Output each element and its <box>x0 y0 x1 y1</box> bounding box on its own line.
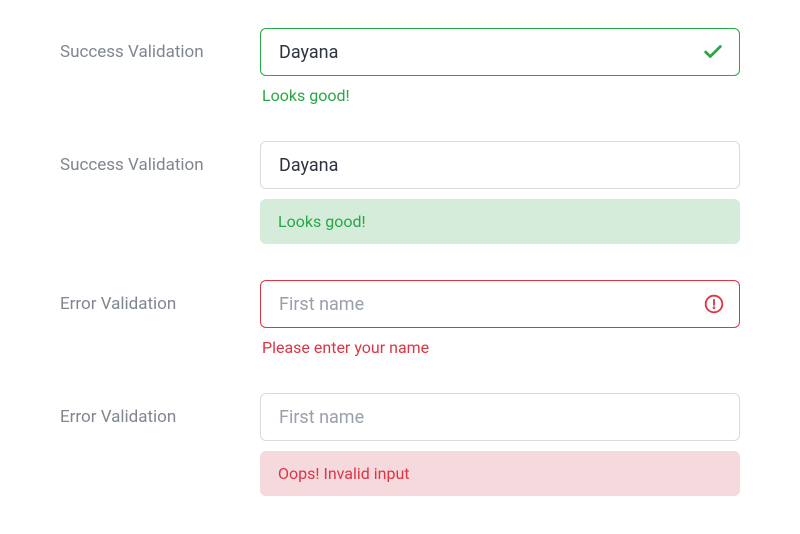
alert-circle-icon <box>704 294 724 314</box>
validation-feedback: Please enter your name <box>260 338 740 357</box>
validation-feedback-box: Oops! Invalid input <box>260 451 740 496</box>
form-row-error-validation-2: Error Validation Oops! Invalid input <box>60 393 740 496</box>
validation-feedback: Looks good! <box>260 86 740 105</box>
field-wrapper: Oops! Invalid input <box>260 393 740 496</box>
field-wrapper: Looks good! <box>260 28 740 105</box>
input-wrapper <box>260 28 740 76</box>
input-wrapper <box>260 280 740 328</box>
input-wrapper <box>260 393 740 441</box>
form-row-error-validation-1: Error Validation Please enter your name <box>60 280 740 357</box>
field-wrapper: Please enter your name <box>260 280 740 357</box>
first-name-input[interactable] <box>260 28 740 76</box>
input-wrapper <box>260 141 740 189</box>
check-icon <box>702 41 724 63</box>
field-wrapper: Looks good! <box>260 141 740 244</box>
field-label: Error Validation <box>60 393 260 427</box>
form-row-success-validation-2: Success Validation Looks good! <box>60 141 740 244</box>
field-label: Error Validation <box>60 280 260 314</box>
form-row-success-validation-1: Success Validation Looks good! <box>60 28 740 105</box>
validation-feedback-box: Looks good! <box>260 199 740 244</box>
first-name-input[interactable] <box>260 280 740 328</box>
first-name-input[interactable] <box>260 393 740 441</box>
field-label: Success Validation <box>60 28 260 62</box>
field-label: Success Validation <box>60 141 260 175</box>
first-name-input[interactable] <box>260 141 740 189</box>
